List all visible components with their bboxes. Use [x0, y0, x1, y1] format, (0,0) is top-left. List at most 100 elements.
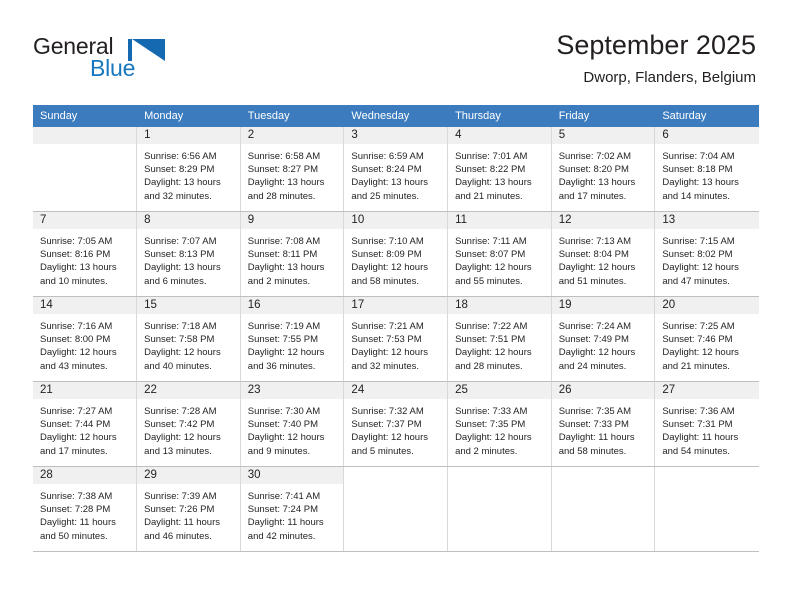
- day-cell[interactable]: 23 Sunrise: 7:30 AM Sunset: 7:40 PM Dayligh…: [240, 381, 345, 467]
- day-number: 22: [137, 382, 240, 399]
- daylight-text-line2: and 14 minutes.: [662, 190, 730, 202]
- daylight-text-line1: Daylight: 12 hours: [144, 432, 221, 444]
- daylight-text-line2: and 28 minutes.: [247, 190, 316, 202]
- daylight-text-line1: Daylight: 13 hours: [144, 177, 221, 189]
- sunrise-text: Sunrise: 7:30 AM: [247, 406, 321, 417]
- day-cell[interactable]: 20 Sunrise: 7:25 AM Sunset: 7:46 PM Dayligh…: [654, 296, 759, 382]
- week-row: 1 Sunrise: 6:56 AM Sunset: 8:29 PM Daylight…: [33, 127, 759, 212]
- day-cell[interactable]: 27 Sunrise: 7:36 AM Sunset: 7:31 PM Dayligh…: [654, 381, 759, 467]
- daylight-text-line1: Daylight: 13 hours: [247, 262, 325, 274]
- day-cell[interactable]: 1 Sunrise: 6:56 AM Sunset: 8:29 PM Daylight…: [136, 127, 241, 212]
- daylight-text-line1: Daylight: 13 hours: [662, 177, 739, 189]
- daylight-text-line2: and 55 minutes.: [455, 275, 523, 287]
- day-number: [344, 467, 448, 484]
- day-cell-empty: [654, 466, 759, 552]
- day-cell[interactable]: 9 Sunrise: 7:08 AM Sunset: 8:11 PM Daylight…: [240, 211, 345, 297]
- daylight-text-line1: Daylight: 12 hours: [40, 432, 117, 444]
- day-cell-empty: [551, 466, 656, 552]
- week-row: 28 Sunrise: 7:38 AM Sunset: 7:28 PM Dayligh…: [33, 466, 759, 552]
- sunrise-text: Sunrise: 7:11 AM: [455, 236, 527, 247]
- day-cell[interactable]: 13 Sunrise: 7:15 AM Sunset: 8:02 PM Dayligh…: [654, 211, 759, 297]
- daylight-text-line2: and 32 minutes.: [144, 190, 212, 202]
- day-cell[interactable]: 11 Sunrise: 7:11 AM Sunset: 8:07 PM Dayligh…: [447, 211, 552, 297]
- day-cell[interactable]: 16 Sunrise: 7:19 AM Sunset: 7:55 PM Dayligh…: [240, 296, 345, 382]
- day-details: Sunrise: 7:10 AM Sunset: 8:09 PM Daylight:…: [344, 229, 447, 288]
- sunset-text: Sunset: 7:28 PM: [40, 504, 111, 516]
- day-details: Sunrise: 7:38 AM Sunset: 7:28 PM Daylight:…: [33, 484, 136, 543]
- day-number: 14: [33, 297, 137, 314]
- sunrise-text: Sunrise: 6:59 AM: [351, 151, 424, 162]
- day-details: Sunrise: 7:07 AM Sunset: 8:13 PM Daylight:…: [137, 229, 240, 288]
- day-number: 23: [240, 382, 344, 399]
- daylight-text-line2: and 2 minutes.: [247, 275, 311, 287]
- day-details: Sunrise: 7:21 AM Sunset: 7:53 PM Daylight:…: [344, 314, 447, 373]
- day-details: Sunrise: 7:01 AM Sunset: 8:22 PM Daylight:…: [448, 144, 551, 203]
- weekday-header-saturday: Saturday: [654, 105, 759, 127]
- day-cell[interactable]: 21 Sunrise: 7:27 AM Sunset: 7:44 PM Dayligh…: [33, 381, 138, 467]
- day-cell[interactable]: 15 Sunrise: 7:18 AM Sunset: 7:58 PM Dayligh…: [136, 296, 241, 382]
- day-cell[interactable]: 29 Sunrise: 7:39 AM Sunset: 7:26 PM Dayligh…: [136, 466, 241, 552]
- day-details: Sunrise: 7:02 AM Sunset: 8:20 PM Daylight:…: [552, 144, 655, 203]
- day-cell[interactable]: 14 Sunrise: 7:16 AM Sunset: 8:00 PM Dayligh…: [33, 296, 138, 382]
- weekday-header-row: Sunday Monday Tuesday Wednesday Thursday Frid…: [33, 105, 759, 127]
- sunset-text: Sunset: 7:42 PM: [144, 419, 215, 431]
- daylight-text-line1: Daylight: 12 hours: [558, 262, 636, 274]
- daylight-text-line2: and 2 minutes.: [455, 445, 518, 457]
- day-cell[interactable]: 24 Sunrise: 7:32 AM Sunset: 7:37 PM Dayligh…: [343, 381, 449, 467]
- daylight-text-line1: Daylight: 12 hours: [455, 262, 532, 274]
- sunrise-text: Sunrise: 7:08 AM: [247, 236, 321, 247]
- day-cell[interactable]: 18 Sunrise: 7:22 AM Sunset: 7:51 PM Dayligh…: [447, 296, 552, 382]
- day-cell[interactable]: 12 Sunrise: 7:13 AM Sunset: 8:04 PM Dayligh…: [551, 211, 656, 297]
- day-cell-empty: [343, 466, 449, 552]
- day-number: 26: [551, 382, 655, 399]
- day-number: 8: [137, 212, 240, 229]
- sunrise-text: Sunrise: 7:16 AM: [40, 321, 113, 332]
- day-details: Sunrise: 7:15 AM Sunset: 8:02 PM Daylight:…: [655, 229, 758, 288]
- sunrise-text: Sunrise: 7:21 AM: [351, 321, 424, 332]
- sunrise-text: Sunrise: 7:05 AM: [40, 236, 113, 247]
- day-details: Sunrise: 7:39 AM Sunset: 7:26 PM Daylight:…: [137, 484, 240, 543]
- day-cell[interactable]: 2 Sunrise: 6:58 AM Sunset: 8:27 PM Daylight…: [240, 127, 345, 212]
- day-cell[interactable]: 30 Sunrise: 7:41 AM Sunset: 7:24 PM Dayligh…: [240, 466, 345, 552]
- day-cell[interactable]: 7 Sunrise: 7:05 AM Sunset: 8:16 PM Daylight…: [33, 211, 138, 297]
- day-cell[interactable]: 6 Sunrise: 7:04 AM Sunset: 8:18 PM Daylight…: [654, 127, 759, 212]
- sunrise-text: Sunrise: 7:28 AM: [144, 406, 217, 417]
- sunset-text: Sunset: 7:44 PM: [40, 419, 111, 431]
- sunrise-text: Sunrise: 7:24 AM: [558, 321, 632, 332]
- day-number: 13: [655, 212, 759, 229]
- day-cell[interactable]: 4 Sunrise: 7:01 AM Sunset: 8:22 PM Daylight…: [447, 127, 552, 212]
- sunrise-text: Sunrise: 7:25 AM: [662, 321, 735, 332]
- day-details: Sunrise: 7:28 AM Sunset: 7:42 PM Daylight:…: [137, 399, 240, 458]
- sunset-text: Sunset: 7:24 PM: [247, 504, 319, 516]
- daylight-text-line1: Daylight: 13 hours: [247, 177, 325, 189]
- daylight-text-line1: Daylight: 12 hours: [351, 262, 428, 274]
- day-details: Sunrise: 7:41 AM Sunset: 7:24 PM Daylight:…: [241, 484, 344, 543]
- day-details: Sunrise: 7:18 AM Sunset: 7:58 PM Daylight:…: [137, 314, 240, 373]
- day-cell[interactable]: 19 Sunrise: 7:24 AM Sunset: 7:49 PM Dayligh…: [551, 296, 656, 382]
- day-cell[interactable]: 26 Sunrise: 7:35 AM Sunset: 7:33 PM Dayligh…: [551, 381, 656, 467]
- day-cell[interactable]: 28 Sunrise: 7:38 AM Sunset: 7:28 PM Dayligh…: [33, 466, 138, 552]
- daylight-text-line1: Daylight: 12 hours: [455, 432, 532, 444]
- day-cell-empty: [33, 127, 138, 212]
- day-details: Sunrise: 7:05 AM Sunset: 8:16 PM Daylight:…: [33, 229, 136, 288]
- blue-triangle-flag-icon: [132, 39, 165, 61]
- sunrise-text: Sunrise: 7:38 AM: [40, 491, 113, 502]
- daylight-text-line2: and 28 minutes.: [455, 360, 523, 372]
- daylight-text-line1: Daylight: 11 hours: [558, 432, 635, 444]
- daylight-text-line1: Daylight: 11 hours: [247, 517, 324, 529]
- day-cell[interactable]: 5 Sunrise: 7:02 AM Sunset: 8:20 PM Daylight…: [551, 127, 656, 212]
- day-cell[interactable]: 3 Sunrise: 6:59 AM Sunset: 8:24 PM Daylight…: [343, 127, 449, 212]
- day-details: Sunrise: 7:04 AM Sunset: 8:18 PM Daylight:…: [655, 144, 758, 203]
- day-cell[interactable]: 10 Sunrise: 7:10 AM Sunset: 8:09 PM Dayligh…: [343, 211, 449, 297]
- daylight-text-line2: and 58 minutes.: [351, 275, 420, 287]
- day-cell[interactable]: 8 Sunrise: 7:07 AM Sunset: 8:13 PM Daylight…: [136, 211, 241, 297]
- day-cell[interactable]: 22 Sunrise: 7:28 AM Sunset: 7:42 PM Dayligh…: [136, 381, 241, 467]
- sunrise-text: Sunrise: 6:56 AM: [144, 151, 217, 162]
- day-number: 17: [344, 297, 448, 314]
- brand-logo[interactable]: General Blue: [33, 33, 263, 89]
- daylight-text-line2: and 43 minutes.: [40, 360, 108, 372]
- sunrise-text: Sunrise: 7:10 AM: [351, 236, 424, 247]
- sunset-text: Sunset: 8:02 PM: [662, 249, 733, 261]
- day-cell[interactable]: 25 Sunrise: 7:33 AM Sunset: 7:35 PM Dayligh…: [447, 381, 552, 467]
- day-cell[interactable]: 17 Sunrise: 7:21 AM Sunset: 7:53 PM Dayligh…: [343, 296, 449, 382]
